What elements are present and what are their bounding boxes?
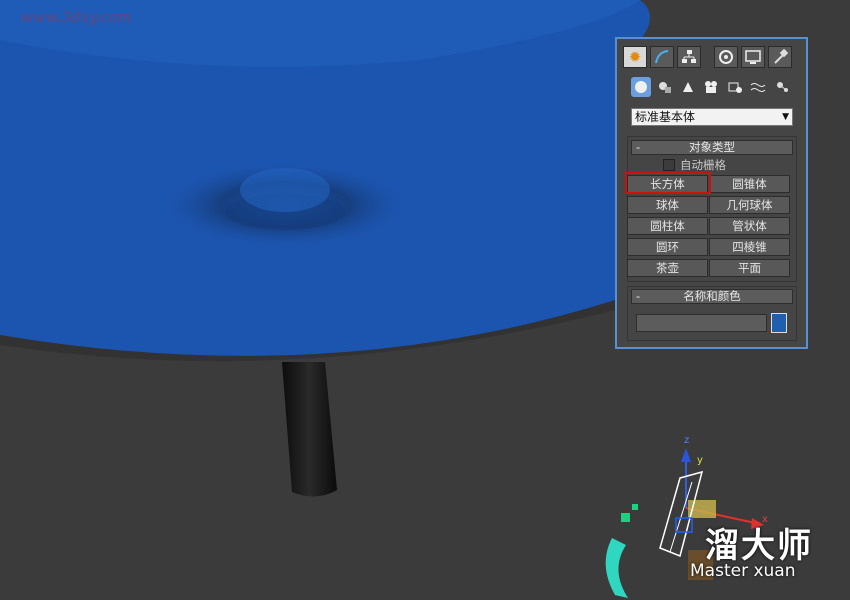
motion-icon <box>719 50 733 64</box>
wave-icon <box>750 83 766 92</box>
autogrid-label: 自动栅格 <box>680 158 726 172</box>
sphere-button[interactable]: 球体 <box>627 196 708 214</box>
hierarchy-icon <box>682 50 696 63</box>
checkbox-box <box>663 159 675 171</box>
create-tab[interactable]: ✹ <box>623 46 647 68</box>
object-name-input[interactable] <box>636 314 767 332</box>
sphere-icon <box>635 81 647 93</box>
modify-icon <box>655 50 669 64</box>
lights-button[interactable] <box>678 77 698 97</box>
category-dropdown-value: 标准基本体 <box>635 110 696 124</box>
display-icon <box>745 50 761 64</box>
helper-icon <box>728 82 742 93</box>
brand-logo-text: 溜大师 <box>705 526 813 566</box>
display-tab[interactable] <box>741 46 765 68</box>
cameras-button[interactable] <box>701 77 721 97</box>
category-dropdown[interactable]: 标准基本体 ▼ <box>631 108 793 126</box>
gizmo-y-label: y <box>697 455 703 466</box>
collapse-toggle: - <box>636 289 641 303</box>
hierarchy-tab[interactable] <box>677 46 701 68</box>
collapse-toggle: - <box>636 140 641 154</box>
geometry-button[interactable] <box>631 77 651 97</box>
cylinder-button[interactable]: 圆柱体 <box>627 217 708 235</box>
camera-icon <box>705 81 717 93</box>
motion-tab[interactable] <box>714 46 738 68</box>
autogrid-checkbox[interactable]: 自动栅格 <box>663 158 726 172</box>
name-color-header[interactable]: - 名称和颜色 <box>631 289 793 304</box>
geosphere-button[interactable]: 几何球体 <box>709 196 790 214</box>
command-panel: ✹ 标准基本体 ▼ - 对象类型 自动栅格 长方体 圆锥体 球体 几何球体 圆柱… <box>615 37 808 349</box>
systems-button[interactable] <box>772 77 792 97</box>
pyramid-button[interactable]: 四棱锥 <box>709 238 790 256</box>
create-icon: ✹ <box>628 48 642 66</box>
object-color-swatch[interactable] <box>771 313 787 333</box>
plane-button[interactable]: 平面 <box>709 259 790 277</box>
shapes-icon <box>659 82 671 93</box>
name-color-title: 名称和颜色 <box>683 289 741 303</box>
chevron-down-icon: ▼ <box>782 112 789 122</box>
watermark-url: www.3dxy.com <box>20 8 133 26</box>
light-icon <box>683 82 693 92</box>
hammer-icon <box>774 49 788 64</box>
object-type-header[interactable]: - 对象类型 <box>631 140 793 155</box>
tube-button[interactable]: 管状体 <box>709 217 790 235</box>
gizmo-z-label: z <box>684 435 690 446</box>
brand-logo-subtext: Master xuan <box>690 561 796 581</box>
torus-button[interactable]: 圆环 <box>627 238 708 256</box>
shapes-button[interactable] <box>655 77 675 97</box>
systems-icon <box>777 82 788 92</box>
object-type-title: 对象类型 <box>689 140 735 154</box>
helpers-button[interactable] <box>725 77 745 97</box>
teapot-button[interactable]: 茶壶 <box>627 259 708 277</box>
cone-button[interactable]: 圆锥体 <box>709 175 790 193</box>
modify-tab[interactable] <box>650 46 674 68</box>
utilities-tab[interactable] <box>768 46 792 68</box>
box-button[interactable]: 长方体 <box>627 175 708 193</box>
spacewarps-button[interactable] <box>748 77 768 97</box>
